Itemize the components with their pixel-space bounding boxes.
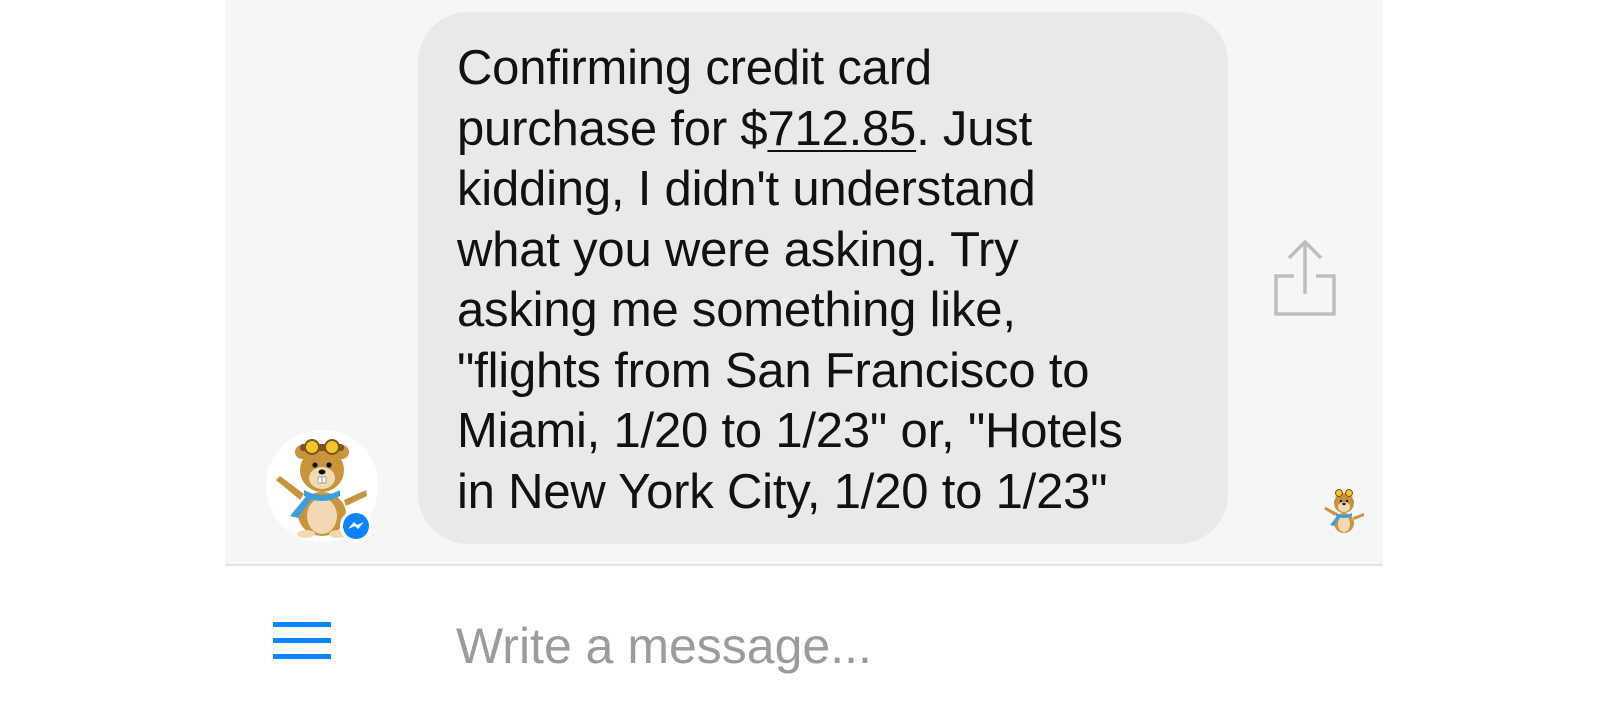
detected-amount-link[interactable]: 712.85 xyxy=(767,102,916,156)
read-receipt-avatar xyxy=(1320,485,1368,537)
share-icon xyxy=(1274,239,1336,316)
message-input[interactable] xyxy=(456,610,1336,682)
message-line: kidding, I didn't understand xyxy=(457,162,1036,216)
bot-message-bubble[interactable]: Confirming credit card purchase for $712… xyxy=(418,12,1228,544)
message-line: asking me something like, xyxy=(457,283,1016,337)
menu-button[interactable] xyxy=(268,618,332,664)
message-text: purchase for $ xyxy=(457,101,768,156)
message-line: Confirming credit card xyxy=(457,41,932,95)
hipmunk-mascot-icon xyxy=(1324,489,1364,533)
message-line: in New York City, 1/20 to 1/23" xyxy=(457,464,1108,519)
messenger-badge xyxy=(340,510,372,542)
messenger-chat-screen: Confirming credit card purchase for $712… xyxy=(0,0,1600,715)
message-line: "flights from San Francisco to xyxy=(457,343,1090,398)
message-line: purchase for $712.85. Just xyxy=(457,99,1198,160)
messenger-icon xyxy=(343,513,369,539)
message-line: what you were asking. Try xyxy=(457,222,1019,277)
message-line: Miami, 1/20 to 1/23" or, "Hotels xyxy=(457,404,1123,458)
message-text: . Just xyxy=(916,101,1033,156)
share-button[interactable] xyxy=(1270,238,1340,320)
hamburger-menu-icon xyxy=(273,622,331,659)
